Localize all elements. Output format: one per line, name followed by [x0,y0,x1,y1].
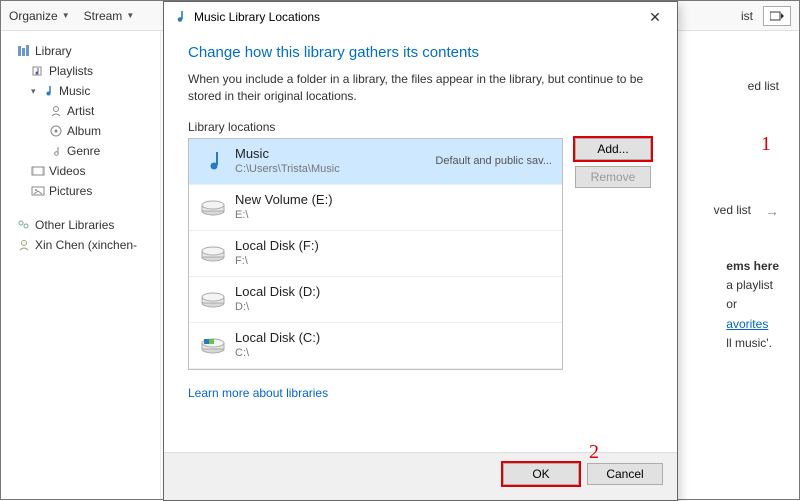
truncated-text: ved list [714,203,751,217]
favorites-link[interactable]: avorites [726,317,768,331]
location-name: Local Disk (F:) [235,238,552,254]
library-locations-dialog: Music Library Locations ✕ Change how thi… [163,1,678,501]
sidebar-item-label: Pictures [49,184,92,198]
sidebar-item-playlists[interactable]: Playlists [9,61,156,81]
sidebar: Library Playlists ▾ Music Artist Album Ge… [1,31,161,499]
music-icon [199,147,227,175]
view-options-button[interactable] [763,6,791,26]
close-icon: ✕ [649,9,661,26]
sidebar-item-label: Album [67,124,101,138]
truncated-text: or [726,295,779,314]
location-path: D:\ [235,301,552,315]
genre-icon [49,144,63,158]
location-name: Music [235,146,435,162]
add-button[interactable]: Add... [575,138,651,160]
view-icon [770,10,784,22]
truncated-text: ed list [748,79,779,93]
locations-list[interactable]: MusicC:\Users\Trista\MusicDefault and pu… [188,138,563,370]
picture-icon [31,184,45,198]
sidebar-item-label: Artist [67,104,94,118]
location-item[interactable]: Local Disk (C:)C:\ [189,323,562,369]
locations-label: Library locations [188,120,653,134]
sidebar-item-artist[interactable]: Artist [9,101,156,121]
truncated-heading: ems here [726,257,779,276]
library-icon [17,44,31,58]
music-icon [41,84,55,98]
dialog-footer: OK Cancel [164,452,677,500]
album-icon [49,124,63,138]
location-path: C:\Users\Trista\Music [235,163,435,177]
sidebar-item-label: Xin Chen (xinchen- [35,238,137,252]
location-path: F:\ [235,255,552,269]
artist-icon [49,104,63,118]
sidebar-item-genre[interactable]: Genre [9,141,156,161]
sidebar-item-videos[interactable]: Videos [9,161,156,181]
remove-button[interactable]: Remove [575,166,651,188]
learn-more-link[interactable]: Learn more about libraries [188,386,328,400]
drive-icon [199,239,227,267]
sidebar-item-label: Library [35,44,72,58]
truncated-label: ist [741,9,753,23]
sidebar-item-library[interactable]: Library [9,41,156,61]
location-name: Local Disk (C:) [235,330,552,346]
chevron-down-icon: ▼ [126,11,134,20]
sidebar-item-label: Other Libraries [35,218,114,232]
user-library-icon [17,238,31,252]
dialog-heading: Change how this library gathers its cont… [188,44,653,61]
drive-icon [199,285,227,313]
network-icon [17,218,31,232]
chevron-down-icon: ▼ [62,11,70,20]
chevron-down-icon[interactable]: ▾ [31,86,41,97]
location-path: C:\ [235,347,552,361]
video-icon [31,164,45,178]
drive-icon [199,193,227,221]
location-name: New Volume (E:) [235,192,552,208]
drive-icon [199,331,227,359]
annotation-2: 2 [589,441,599,464]
close-button[interactable]: ✕ [635,3,675,31]
location-item[interactable]: MusicC:\Users\Trista\MusicDefault and pu… [189,139,562,185]
dialog-titlebar: Music Library Locations ✕ [164,2,677,32]
location-tag: Default and public sav... [435,155,552,167]
arrow-right-icon[interactable]: → [765,203,779,219]
sidebar-item-label: Music [59,84,90,98]
sidebar-item-music[interactable]: ▾ Music [9,81,156,101]
organize-menu[interactable]: Organize▼ [9,9,70,23]
dialog-title: Music Library Locations [194,10,635,24]
annotation-1: 1 [761,133,771,156]
sidebar-item-other-libraries[interactable]: Other Libraries [9,215,156,235]
location-item[interactable]: New Volume (E:)E:\ [189,185,562,231]
truncated-text: ll music'. [726,334,779,353]
sidebar-item-label: Playlists [49,64,93,78]
music-icon [172,9,188,25]
stream-menu[interactable]: Stream▼ [84,9,135,23]
sidebar-item-pictures[interactable]: Pictures [9,181,156,201]
location-name: Local Disk (D:) [235,284,552,300]
sidebar-item-label: Genre [67,144,100,158]
cancel-button[interactable]: Cancel [587,463,663,485]
dialog-description: When you include a folder in a library, … [188,71,653,106]
sidebar-item-label: Videos [49,164,85,178]
playlist-icon [31,64,45,78]
sidebar-item-album[interactable]: Album [9,121,156,141]
sidebar-item-xinchen[interactable]: Xin Chen (xinchen- [9,235,156,255]
location-item[interactable]: Local Disk (F:)F:\ [189,231,562,277]
truncated-text: a playlist [726,276,779,295]
location-item[interactable]: Local Disk (D:)D:\ [189,277,562,323]
ok-button[interactable]: OK [503,463,579,485]
location-path: E:\ [235,209,552,223]
